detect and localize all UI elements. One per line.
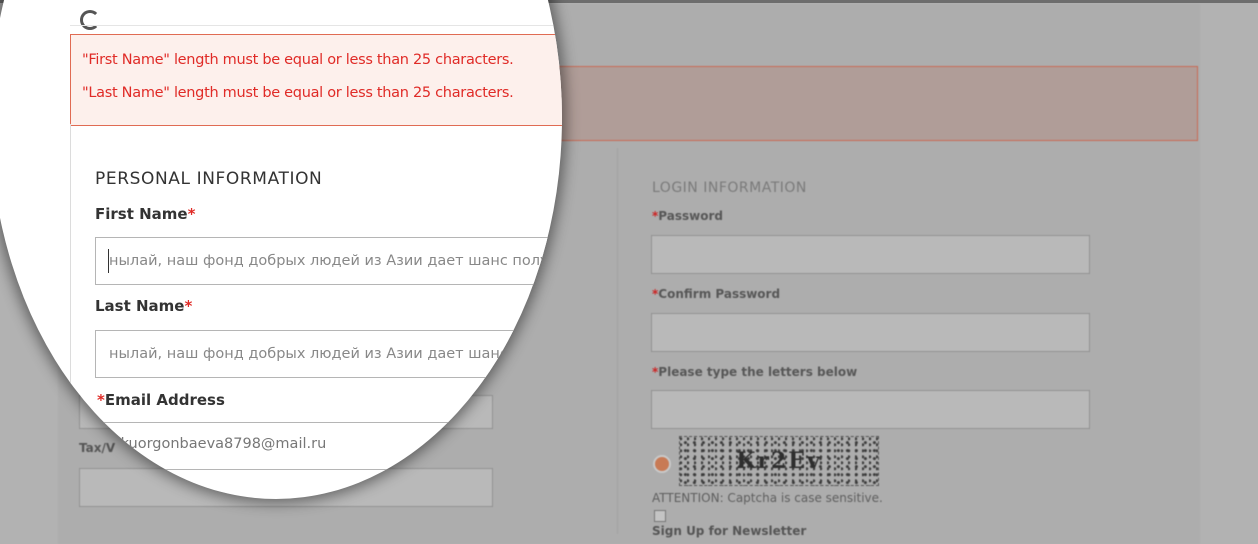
confirm-password-label: *Confirm Password xyxy=(652,287,781,301)
password-label: *Password xyxy=(652,209,723,223)
page-title-fragment xyxy=(80,10,100,30)
last-name-label: Last Name* xyxy=(95,297,193,315)
first-name-error: "First Name" length must be equal or les… xyxy=(82,52,514,68)
captcha-reload-button[interactable] xyxy=(653,455,671,473)
confirm-password-input[interactable] xyxy=(651,313,1090,352)
newsletter-checkbox[interactable] xyxy=(654,510,666,522)
captcha-image: Kr2Ev xyxy=(679,436,879,486)
email-value: atkuorgonbaeva8798@mail.ru xyxy=(106,436,327,452)
column-divider xyxy=(617,148,618,534)
last-name-error: "Last Name" length must be equal or less… xyxy=(82,85,514,101)
form-left-border xyxy=(70,124,71,499)
magnifier-lens: "First Name" length must be equal or les… xyxy=(0,0,562,499)
captcha-attention: ATTENTION: Captcha is case sensitive. xyxy=(652,491,883,505)
personal-info-heading: PERSONAL INFORMATION xyxy=(95,169,323,189)
captcha-input[interactable] xyxy=(651,390,1090,429)
password-input[interactable] xyxy=(651,235,1090,274)
login-info-heading: LOGIN INFORMATION xyxy=(652,180,807,196)
first-name-input[interactable] xyxy=(95,237,562,285)
captcha-label: *Please type the letters below xyxy=(652,365,858,379)
first-name-label: First Name* xyxy=(95,205,196,223)
text-cursor xyxy=(108,249,109,273)
last-name-input[interactable] xyxy=(95,330,562,378)
error-alert: "First Name" length must be equal or les… xyxy=(70,34,562,126)
magnified-content: "First Name" length must be equal or les… xyxy=(0,0,562,499)
email-label: *Email Address xyxy=(97,391,225,409)
newsletter-label: Sign Up for Newsletter xyxy=(652,524,807,538)
title-divider xyxy=(70,25,562,26)
